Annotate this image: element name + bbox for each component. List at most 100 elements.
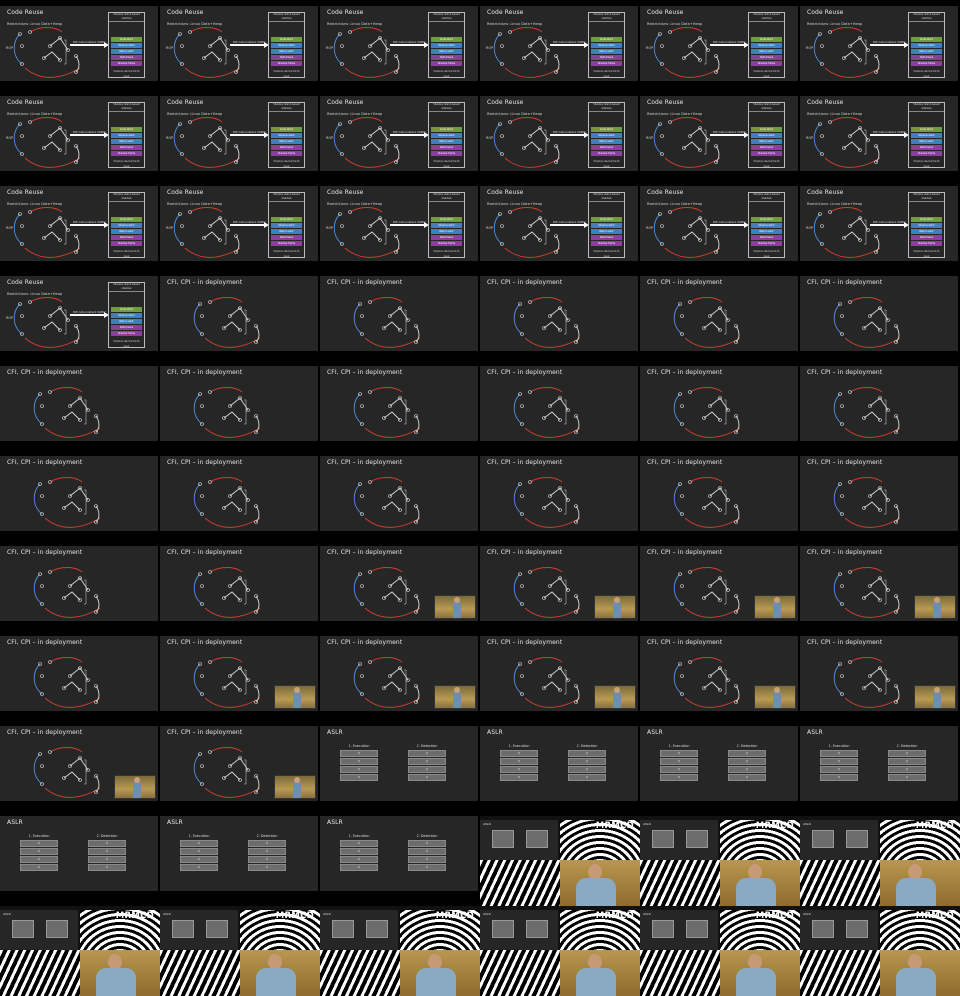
cfg-bracket (564, 489, 567, 515)
cfg-edge (369, 477, 403, 483)
cfg-bracket (64, 39, 67, 65)
cfg-edge (863, 411, 881, 421)
thumbnail-frame: Code Reuse Restrictions: Linux Data+Heap R… (160, 96, 320, 186)
cfg-node (820, 224, 824, 228)
cfg-bracket (404, 489, 407, 515)
cfg-node (200, 584, 204, 588)
mini-slide-column (846, 920, 868, 938)
stack-header: Shadow stack-based shadow (109, 193, 144, 202)
cfg-edge (193, 393, 203, 425)
cfg-edge (209, 747, 243, 753)
stack-block: Data frame (431, 55, 462, 60)
stack-block: Shadow stack (591, 223, 622, 228)
slide-cfi-cpi: CFI, CPI – in deployment (320, 546, 478, 621)
speaker-camera-inset (754, 685, 796, 709)
mrmcd-logo: MRMCD (755, 911, 794, 921)
aslr-row: 0 (340, 774, 378, 781)
aslr-row: 0 (248, 856, 286, 863)
stack-block: Code stack (271, 37, 302, 42)
cfg-edge (349, 207, 383, 213)
aslr-column: 1. Execution 0 0 0 0 (340, 744, 378, 782)
thumbnail-frame: CFI, CPI – in deployment (160, 636, 320, 726)
cfg-edge (543, 501, 561, 511)
memory-stack: Shadow stack-based shadow Code stack Shado… (268, 102, 305, 168)
cfg-edge (824, 157, 881, 168)
cfg-bracket (704, 219, 707, 245)
stack-footer: Shadow stack/intra-fb level (913, 70, 940, 78)
cfg-node (40, 584, 44, 588)
stack-block: Data frame (111, 55, 142, 60)
mini-slide: ASLR (0, 910, 78, 950)
cfg-edge (203, 231, 221, 241)
cfg-edge (684, 697, 741, 708)
cfg-edge (364, 607, 421, 618)
mini-slide: ASLR (480, 820, 558, 860)
cfg-edge (29, 117, 63, 123)
thumbnail-frame: ASLR MRMCD (800, 816, 960, 906)
stack-block: Shadow frame (111, 61, 142, 66)
arrow-shaft (390, 44, 426, 46)
cfg-edge (193, 573, 203, 605)
slide-code-reuse: Code Reuse Restrictions: Linux Data+Heap R… (160, 6, 318, 81)
memory-stack: Shadow stack-based shadow Code stack Shado… (908, 102, 945, 168)
cfg-edge (703, 591, 721, 601)
speaker-video (720, 860, 800, 906)
mrmcd-logo: MRMCD (115, 911, 154, 921)
cfg-bracket (724, 399, 727, 425)
stack-block: Return addr (751, 139, 782, 144)
speaker-camera-inset (914, 595, 956, 619)
mini-slide-column (172, 920, 194, 938)
stack-footer: Shadow stack/intra-fb level (113, 160, 140, 168)
slide-aslr: ASLR 1. Execution 0 0 0 0 2. Detection 0 0 0 0 (480, 726, 638, 801)
aslr-row: 0 (408, 758, 446, 765)
arrow-shaft (70, 44, 106, 46)
speaker-video (80, 950, 160, 996)
stack-header: Shadow stack-based shadow (269, 13, 304, 22)
speaker-video (880, 950, 960, 996)
slide-cfi-cpi: CFI, CPI – in deployment (160, 456, 318, 531)
cfg-edge (849, 477, 883, 483)
stack-header: Shadow stack-based shadow (589, 13, 624, 22)
slide-code-reuse: Code Reuse Restrictions: Linux Data+Heap R… (0, 186, 158, 261)
thumbnail-frame: CFI, CPI – in deployment (320, 456, 480, 546)
stack-block: Code stack (911, 217, 942, 222)
aslr-row: 0 (728, 758, 766, 765)
cfg-bracket (244, 399, 247, 425)
cfg-edge (833, 663, 843, 695)
cfg-node (840, 494, 844, 498)
mini-slide-column (526, 920, 548, 938)
cfg-bracket (884, 579, 887, 605)
slide-cfi-cpi: CFI, CPI – in deployment (640, 546, 798, 621)
aslr-row: 0 (568, 758, 606, 765)
cfg-edge (43, 321, 61, 331)
aslr-column: 2. Detection 0 0 0 0 (888, 744, 926, 782)
speaker-figure (613, 597, 621, 618)
thumbnail-frame: CFI, CPI – in deployment (480, 276, 640, 366)
aslr-column: 2. Detection 0 0 0 0 (568, 744, 606, 782)
slide-aslr: ASLR 1. Execution 0 0 0 0 2. Detection 0 0 0 0 (320, 816, 478, 891)
cfg-bracket (224, 129, 227, 155)
stack-footer: Shadow stack/intra-fb level (593, 160, 620, 168)
stack-block: Shadow frame (431, 241, 462, 246)
arrow-shaft (230, 134, 266, 136)
aslr-column-header: 1. Execution (348, 834, 370, 838)
thumbnail-frame: ASLR MRMCD (640, 816, 800, 906)
cfg-bracket (384, 39, 387, 65)
stack-footer: Shadow stack/intra-fb level (273, 70, 300, 78)
aslr-row: 0 (568, 766, 606, 773)
control-flow-graph (193, 297, 261, 348)
thumbnail-frame: ASLR 1. Execution 0 0 0 0 2. Detection 0 0 0 0 (480, 726, 640, 816)
memory-stack: Shadow stack-based shadow Code stack Shado… (268, 12, 305, 78)
mini-slide-column (812, 920, 834, 938)
slide-code-reuse: Code Reuse Restrictions: Linux Data+Heap R… (480, 6, 638, 81)
aslr-column-header: 2. Detection (96, 834, 118, 838)
aslr-row: 0 (20, 864, 58, 871)
cfg-edge (49, 567, 83, 573)
stack-block: Return addr (271, 229, 302, 234)
slide-cfi-cpi: CFI, CPI – in deployment (160, 276, 318, 351)
mrmcd-composite-frame: ASLR MRMCD (0, 906, 160, 996)
thumbnail-frame: CFI, CPI – in deployment (160, 546, 320, 636)
thumbnail-frame: Code Reuse Restrictions: Linux Data+Heap R… (0, 276, 160, 366)
stack-header: Shadow stack-based shadow (269, 193, 304, 202)
speaker-body (896, 878, 936, 906)
